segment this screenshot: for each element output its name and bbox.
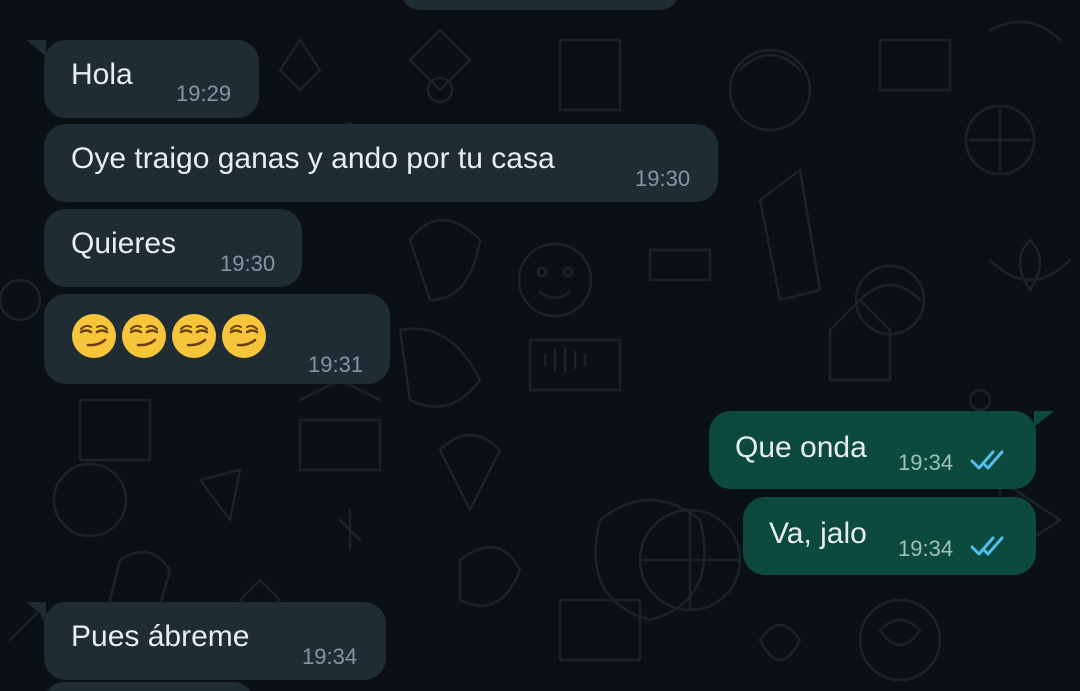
- message-text: Pues ábreme: [71, 620, 250, 653]
- message-timestamp: 19:30: [635, 166, 691, 191]
- chat-area[interactable]: Hola 19:29 Oye traigo ganas y ando por t…: [0, 0, 1080, 691]
- message-timestamp: 19:34: [898, 450, 954, 475]
- message-bubble-outgoing[interactable]: Que onda 19:34: [709, 411, 1036, 489]
- message-bubble-incoming[interactable]: 19:31: [44, 294, 390, 384]
- message-timestamp: 19:29: [176, 81, 232, 106]
- smirking-face-emoji-icon: [172, 314, 216, 358]
- message-text: Va, jalo: [769, 517, 867, 550]
- read-receipt-icon: [970, 536, 1004, 556]
- smirking-face-emoji-icon: [122, 314, 166, 358]
- message-bubble-incoming[interactable]: Pues ábreme 19:34: [44, 602, 386, 680]
- emoji-row: [70, 312, 268, 360]
- message-timestamp: 19:34: [898, 536, 954, 561]
- message-text: Que onda: [735, 431, 867, 464]
- message-bubble-incoming[interactable]: Quieres 19:30: [44, 209, 302, 287]
- previous-message-stub: [400, 0, 680, 10]
- message-bubble-outgoing[interactable]: Va, jalo 19:34: [743, 497, 1036, 575]
- next-message-stub: [44, 682, 254, 691]
- bubble-tail: [26, 40, 46, 56]
- message-text: Oye traigo ganas y ando por tu casa: [71, 142, 555, 175]
- message-text: Hola: [71, 58, 133, 91]
- message-timestamp: 19:34: [302, 644, 358, 669]
- smirking-face-emoji-icon: [72, 314, 116, 358]
- message-bubble-incoming[interactable]: Oye traigo ganas y ando por tu casa 19:3…: [44, 124, 718, 202]
- message-text: Quieres: [71, 227, 177, 260]
- message-timestamp: 19:30: [220, 251, 276, 276]
- bubble-tail: [1034, 411, 1054, 427]
- message-timestamp: 19:31: [308, 352, 364, 377]
- smirking-face-emoji-icon: [222, 314, 266, 358]
- message-bubble-incoming[interactable]: Hola 19:29: [44, 40, 259, 118]
- read-receipt-icon: [970, 450, 1004, 470]
- bubble-tail: [26, 602, 46, 618]
